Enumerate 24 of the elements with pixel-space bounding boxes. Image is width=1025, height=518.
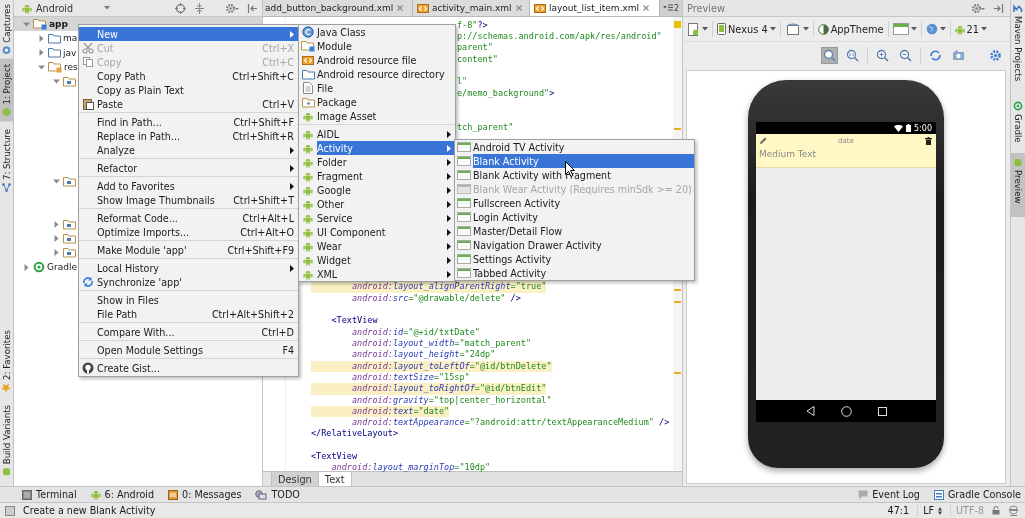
code-line: e/memo_background"> xyxy=(457,87,555,99)
code-line: tch_parent" xyxy=(457,121,514,133)
code-line: </RelativeLayout> xyxy=(311,428,398,440)
code-line: content" xyxy=(457,53,498,66)
code-line: p://schemas.android.com/apk/res/android" xyxy=(457,31,662,43)
code-line: parent" xyxy=(457,42,493,54)
file-encoding: UTF-8 xyxy=(950,505,984,516)
code-line: <TextView xyxy=(311,451,358,463)
panel-title: Preview xyxy=(687,2,726,14)
code-line: android:gravity="top|center_horizontal" xyxy=(350,394,552,406)
code-line: l" xyxy=(457,76,468,88)
code-line: <TextView xyxy=(330,315,378,327)
item-text: Medium Text xyxy=(759,149,818,159)
code-line: android:layout_marginTop="10dp" xyxy=(330,462,491,474)
code-line: android:layout_width="match_parent" xyxy=(350,338,532,350)
code-line: android:src="@drawable/delete" /> xyxy=(350,292,521,305)
code-line: android:id="@+id/txtDate" xyxy=(350,326,480,338)
clock-text: 5:00 xyxy=(914,123,932,133)
code-line: android:textSize="15sp" xyxy=(350,371,470,384)
status-message: Create a new Blank Activity xyxy=(23,505,156,516)
code-line: android:textAppearance="?android:attr/textAppearanceMedium" /> xyxy=(350,417,670,429)
caret-position: 47:1 xyxy=(887,505,910,516)
code-line: android:layout_height="24dp" xyxy=(350,349,496,361)
code-line: f-8"?> xyxy=(457,19,488,32)
